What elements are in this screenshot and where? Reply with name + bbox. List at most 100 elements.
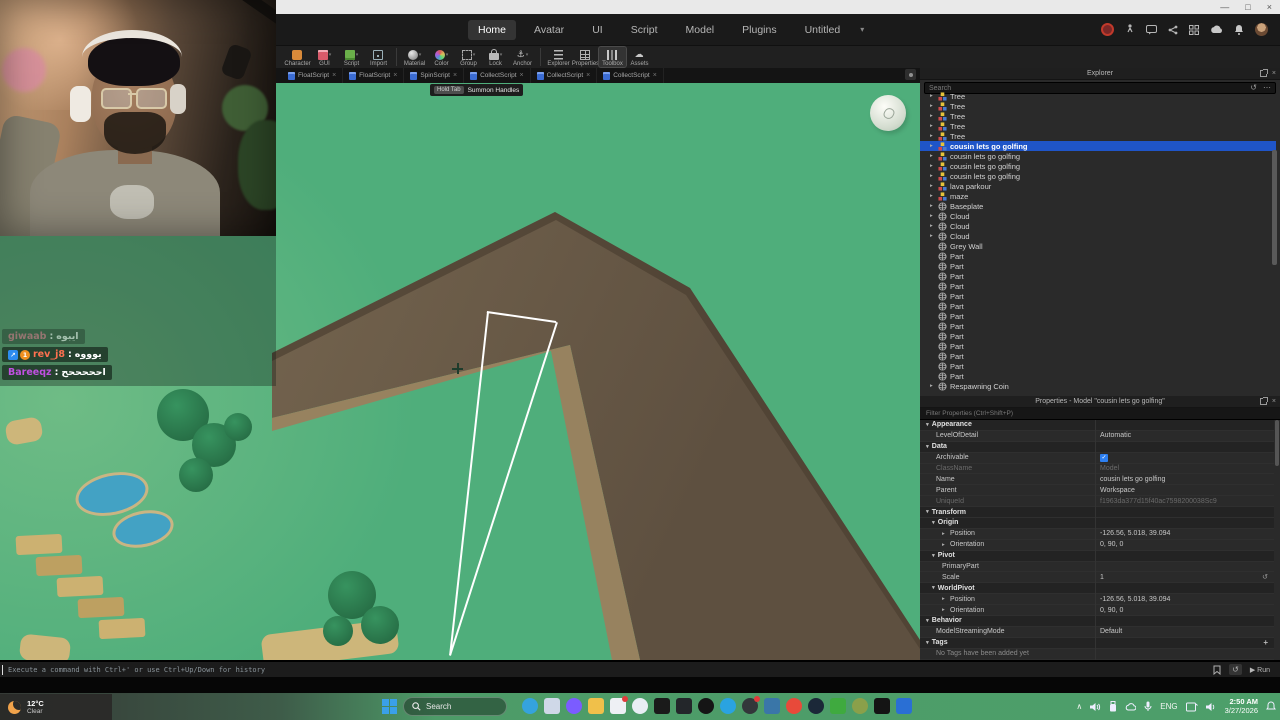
chat-icon[interactable] [1146,24,1157,35]
property-row[interactable]: ▸ Position -126.56, 5.018, 39.094 [920,594,1274,606]
ribbon-button-script[interactable]: ▾ Script [338,47,365,67]
menu-tab-home[interactable]: Home [468,19,517,40]
expand-arrow-icon[interactable]: ▸ [942,542,947,548]
expand-arrow-icon[interactable]: ▸ [930,93,935,99]
taskbar-app-edge[interactable] [522,698,538,714]
notifications-bell-icon[interactable] [1234,24,1244,35]
explorer-tree-item[interactable]: Part [920,351,1276,361]
collapse-arrow-icon[interactable]: ▾ [926,509,929,515]
properties-section-header[interactable]: ▾ Data [920,441,1274,453]
close-tab-icon[interactable]: × [393,72,397,79]
popout-icon[interactable] [1259,397,1268,405]
expand-arrow-icon[interactable]: ▸ [930,123,935,129]
ribbon-button-toolbox[interactable]: Toolbox [598,46,627,68]
explorer-tree-item[interactable]: Part [920,291,1276,301]
ribbon-button-properties[interactable]: Properties [572,47,599,67]
close-tab-icon[interactable]: × [653,72,657,79]
property-row[interactable]: Archivable ✓ [920,453,1274,464]
property-row[interactable]: Parent Workspace [920,485,1274,497]
menu-tab-ui[interactable]: UI [582,20,613,40]
script-tab[interactable]: CollectScript × [597,68,664,83]
properties-section-header[interactable]: ▾ Pivot [920,550,1274,562]
expand-arrow-icon[interactable]: ▸ [930,383,935,389]
properties-header[interactable]: Properties - Model "cousin lets go golfi… [920,396,1280,408]
expand-arrow-icon[interactable]: ▸ [930,173,935,179]
close-tab-icon[interactable]: × [520,72,524,79]
explorer-tree-item[interactable]: Part [920,261,1276,271]
taskbar-app-minecraft[interactable] [830,698,846,714]
menu-overflow-caret-icon[interactable]: ▾ [860,25,864,34]
taskbar-app-notepad[interactable] [874,698,890,714]
script-tab[interactable]: CollectScript × [464,68,531,83]
reset-icon[interactable]: ↺ [1262,573,1268,581]
minimize-button[interactable]: — [1220,2,1229,12]
explorer-tree-item[interactable]: Part [920,331,1276,341]
taskbar-app-xbox[interactable] [698,698,714,714]
collapse-arrow-icon[interactable]: ▾ [932,585,935,591]
walk-person-icon[interactable] [1125,24,1135,35]
expand-arrow-icon[interactable]: ▸ [930,223,935,229]
speaker2-icon[interactable] [1205,702,1217,712]
explorer-tree-item[interactable]: ▸ cousin lets go golfing [920,151,1276,161]
ribbon-button-assets[interactable]: ☁ Assets [626,47,653,68]
expand-arrow-icon[interactable]: ▸ [930,103,935,109]
property-row[interactable]: PrimaryPart [920,562,1274,573]
popout-icon[interactable] [1259,69,1268,77]
language-indicator[interactable]: ENG [1160,702,1177,711]
explorer-tree-item[interactable]: ▸ Tree [920,101,1276,111]
taskbar-app-brave[interactable] [786,698,802,714]
property-row[interactable]: Name cousin lets go golfing [920,474,1274,486]
properties-section-header[interactable]: ▾ WorldPivot [920,583,1274,595]
explorer-tree-item[interactable]: Part [920,271,1276,281]
start-button[interactable] [382,699,397,714]
script-tab[interactable]: CollectScript × [531,68,598,83]
taskbar-app-vscode[interactable] [896,698,912,714]
property-row[interactable]: ▸ Orientation 0, 90, 0 [920,540,1274,551]
taskbar-clock[interactable]: 2:50 AM 3/27/2026 [1225,697,1258,715]
taskbar-app-discord[interactable] [610,696,628,714]
cloud-icon[interactable] [1210,25,1223,34]
ribbon-button-character[interactable]: Character [284,47,311,67]
taskbar-search[interactable]: Search [403,697,507,716]
taskbar-app-file-explorer[interactable] [588,698,604,714]
properties-section-header[interactable]: ▾ Appearance [920,420,1274,431]
script-tab[interactable]: SpinScript × [404,68,465,83]
ribbon-button-material[interactable]: ▾ Material [401,47,428,67]
taskbar-app-steam[interactable] [808,698,824,714]
property-row[interactable]: ▸ Position -126.56, 5.018, 39.094 [920,529,1274,540]
collapse-arrow-icon[interactable]: ▾ [926,618,929,624]
close-tab-icon[interactable]: × [453,72,457,79]
explorer-tree-item[interactable]: Part [920,371,1276,381]
checkbox-checked-icon[interactable]: ✓ [1100,453,1108,462]
menu-tab-untitled[interactable]: Untitled [795,20,851,40]
taskbar-app-telegram[interactable] [720,698,736,714]
notification-bell-icon[interactable] [1266,701,1276,712]
explorer-tree-item[interactable]: Part [920,251,1276,261]
properties-scrollbar[interactable] [1275,420,1279,466]
run-button[interactable]: ▶ Run [1250,666,1270,674]
expand-arrow-icon[interactable]: ▸ [930,113,935,119]
ribbon-button-color[interactable]: ▾ Color [428,47,455,67]
property-row[interactable]: LevelOfDetail Automatic [920,431,1274,442]
menu-tab-plugins[interactable]: Plugins [732,20,786,40]
menu-tab-script[interactable]: Script [621,20,668,40]
grid-icon[interactable] [1189,24,1199,35]
properties-section-header[interactable]: ▾ Origin [920,518,1274,529]
share-icon[interactable] [1168,25,1178,35]
explorer-tree-item[interactable]: ▸ Tree [920,131,1276,141]
explorer-tree-item[interactable]: Grey Wall [920,241,1276,251]
explorer-tree-item[interactable]: Part [920,341,1276,351]
bookmark-icon[interactable] [1213,665,1221,675]
explorer-tree-item[interactable]: ▸ Tree [920,111,1276,121]
explorer-tree-item[interactable]: ▸ maze [920,191,1276,201]
usb-icon[interactable] [1109,701,1117,712]
close-tab-icon[interactable]: × [332,72,336,79]
expand-arrow-icon[interactable]: ▸ [930,183,935,189]
taskbar-app-browser[interactable] [632,698,648,714]
properties-section-header[interactable]: ▾ Tags + [920,637,1274,649]
explorer-tree-item[interactable]: ▸ Tree [920,91,1276,101]
expand-arrow-icon[interactable]: ▸ [930,133,935,139]
expand-arrow-icon[interactable]: ▸ [930,213,935,219]
property-row[interactable]: ModelStreamingMode Default [920,627,1274,638]
menu-tab-model[interactable]: Model [676,20,725,40]
